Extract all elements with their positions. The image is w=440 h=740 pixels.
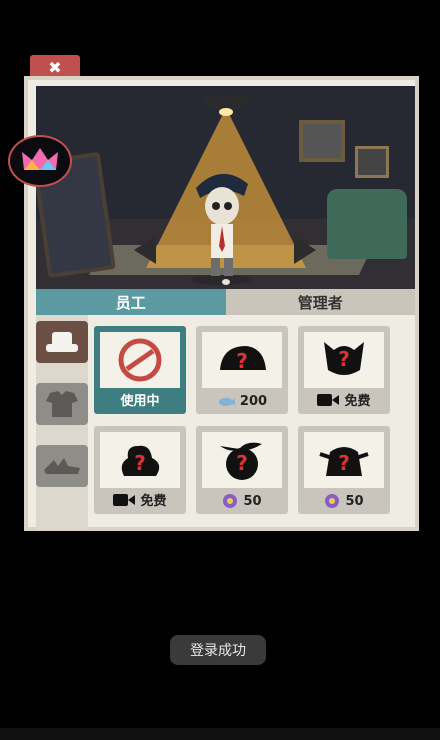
item-price: 50 (298, 493, 390, 509)
price-text: 免费 (140, 494, 167, 509)
toast-message: 登录成功 (170, 635, 266, 665)
svg-text:?: ? (338, 451, 350, 475)
price-text: 200 (239, 394, 268, 409)
employee-character (191, 173, 251, 285)
gem-icon (325, 494, 340, 508)
svg-text:?: ? (134, 451, 146, 475)
item-image: ? (304, 432, 384, 488)
item-card-locked[interactable]: ? 免费 (94, 426, 186, 514)
next-arrow-button[interactable] (294, 236, 316, 264)
item-image (100, 332, 180, 388)
gem-icon (223, 494, 238, 508)
character-preview-scene (36, 86, 415, 289)
item-card-locked[interactable]: ? 50 (196, 426, 288, 514)
item-image: ? (202, 432, 282, 488)
item-card-locked[interactable]: ? 50 (298, 426, 390, 514)
price-text: 免费 (344, 394, 371, 409)
hat-icon (46, 332, 78, 352)
shoes-icon (44, 458, 80, 474)
crown-icon (22, 148, 58, 170)
item-label-text: 使用中 (120, 394, 160, 409)
video-icon (113, 493, 136, 506)
item-card-current[interactable]: 使用中 (94, 326, 186, 414)
mystery-hat-icon: ? (319, 447, 369, 476)
mystery-hat-icon: ? (121, 445, 160, 476)
item-price: 免费 (298, 390, 390, 409)
fish-icon (218, 397, 235, 406)
bottom-bar (0, 728, 440, 740)
tab-employee[interactable]: 员工 (36, 289, 226, 315)
category-shoes-button[interactable] (36, 445, 88, 487)
item-price: 50 (196, 493, 288, 509)
mystery-hat-icon: ? (324, 342, 364, 375)
item-price: 免费 (94, 490, 186, 509)
category-hat-button[interactable] (36, 321, 88, 363)
item-status-label: 使用中 (94, 390, 186, 409)
no-entry-icon (118, 338, 162, 382)
item-image: ? (202, 332, 282, 388)
item-card-locked[interactable]: ? 免费 (298, 326, 390, 414)
svg-text:?: ? (236, 451, 248, 475)
mystery-hat-icon: ? (220, 346, 266, 373)
prev-arrow-button[interactable] (134, 236, 156, 264)
tab-manager[interactable]: 管理者 (225, 289, 415, 315)
close-icon: ✖ (48, 57, 62, 77)
wall-frame-small (355, 146, 389, 178)
price-text: 50 (243, 493, 262, 509)
item-image: ? (100, 432, 180, 488)
svg-text:?: ? (236, 349, 248, 373)
mystery-hat-icon: ? (220, 442, 262, 480)
item-image: ? (304, 332, 384, 388)
shirt-icon (46, 391, 78, 417)
item-price: 200 (196, 394, 288, 409)
page-indicator-dot (222, 279, 230, 285)
armchair-decoration (327, 189, 407, 259)
category-shirt-button[interactable] (36, 383, 88, 425)
item-card-locked[interactable]: ? 200 (196, 326, 288, 414)
lamp-bulb (219, 108, 233, 116)
video-icon (317, 393, 340, 406)
wardrobe-panel: 员工 管理者 使用中 ? 200 ? 免费 ? 免费 ? 50 ? 50 (24, 76, 419, 531)
category-sidebar (36, 315, 88, 530)
vip-crown-button[interactable] (8, 135, 72, 187)
svg-text:?: ? (338, 347, 350, 371)
wall-frame (299, 120, 345, 162)
price-text: 50 (345, 493, 364, 509)
role-tabs: 员工 管理者 (36, 289, 415, 315)
